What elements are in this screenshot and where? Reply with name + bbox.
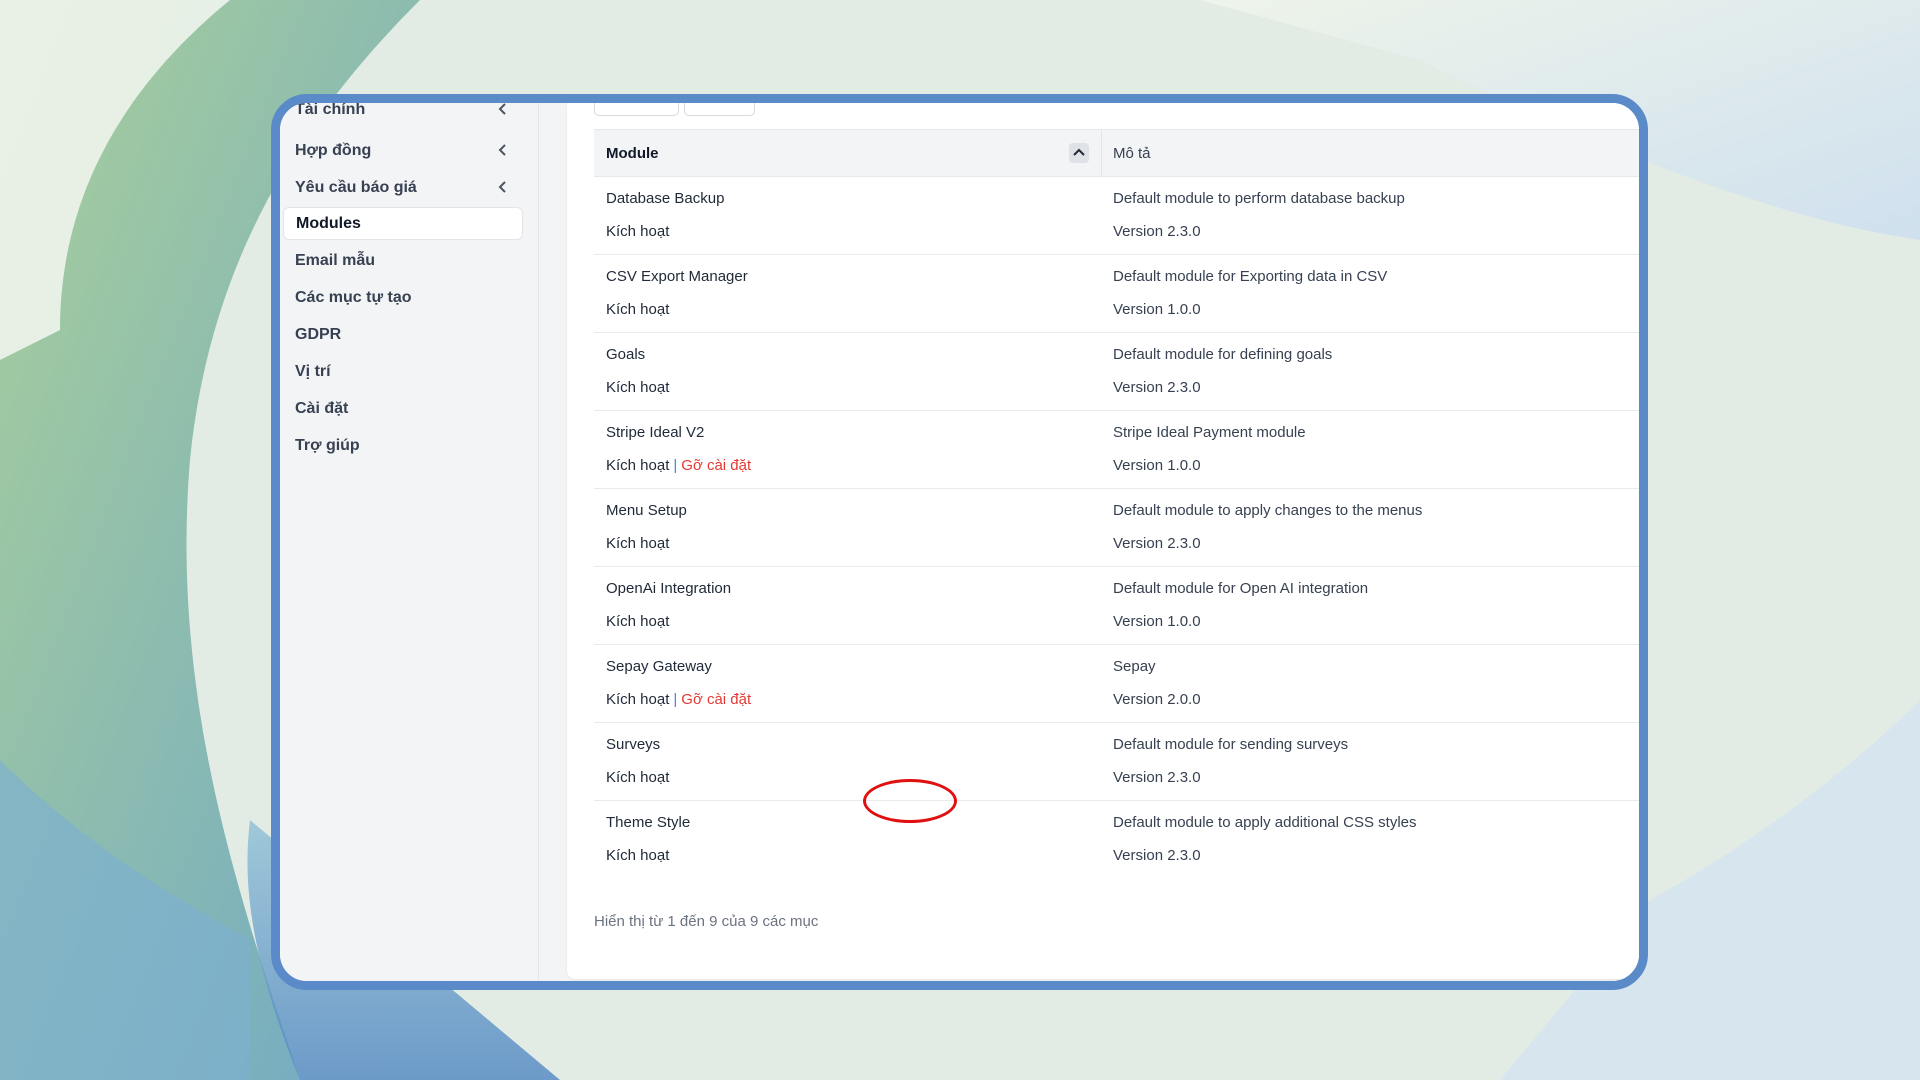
sidebar-item-gdpr[interactable]: GDPR: [283, 318, 523, 351]
sidebar-item-custom-fields[interactable]: Các mục tự tạo: [283, 281, 523, 314]
module-version: Version 2.3.0: [1113, 379, 1201, 396]
module-description: Default module for Exporting data in CSV: [1113, 268, 1388, 285]
module-version: Version 2.3.0: [1113, 535, 1201, 552]
module-name: Sepay Gateway: [606, 658, 712, 675]
toolbar-button[interactable]: [594, 103, 679, 116]
action-separator: |: [673, 457, 678, 474]
module-actions: Kích hoạt: [606, 769, 669, 786]
module-description: Default module for Open AI integration: [1113, 580, 1369, 597]
module-actions: Kích hoạt: [606, 613, 669, 630]
sidebar-item-locations[interactable]: Vị trí: [283, 355, 523, 388]
chevron-left-icon: [498, 103, 506, 115]
table-row: Sepay Gateway Kích hoạt | Gỡ cài đặt Sepay…: [594, 644, 1639, 723]
module-version: Version 1.0.0: [1113, 301, 1201, 318]
table-row: Stripe Ideal V2 Kích hoạt | Gỡ cài đặt Str…: [594, 410, 1639, 489]
column-header-description[interactable]: Mô tả: [1113, 130, 1151, 176]
module-name: Database Backup: [606, 190, 725, 207]
module-description: Default module for sending surveys: [1113, 736, 1349, 753]
module-version: Version 1.0.0: [1113, 613, 1201, 630]
table-row: OpenAi Integration Kích hoạt Default mod…: [594, 566, 1639, 645]
activate-link[interactable]: Kích hoạt: [606, 301, 669, 318]
chevron-up-icon: [1073, 148, 1085, 156]
sidebar-item-contracts[interactable]: Hợp đồng: [283, 134, 523, 167]
module-name: Menu Setup: [606, 502, 687, 519]
module-actions: Kích hoạt: [606, 379, 669, 396]
module-description: Sepay: [1113, 658, 1156, 675]
module-actions: Kích hoạt: [606, 535, 669, 552]
module-version: Version 2.0.0: [1113, 691, 1201, 708]
module-description: Default module to apply additional CSS s…: [1113, 814, 1417, 831]
module-description: Default module to perform database backu…: [1113, 190, 1405, 207]
module-actions: Kích hoạt | Gỡ cài đặt: [606, 691, 751, 708]
activate-link[interactable]: Kích hoạt: [606, 691, 669, 708]
uninstall-link[interactable]: Gỡ cài đặt: [681, 457, 751, 474]
module-actions: Kích hoạt | Gỡ cài đặt: [606, 457, 751, 474]
activate-link[interactable]: Kích hoạt: [606, 613, 669, 630]
sidebar-item-finance[interactable]: Tài chính: [283, 103, 523, 126]
activate-link[interactable]: Kích hoạt: [606, 457, 669, 474]
module-description: Default module for defining goals: [1113, 346, 1333, 363]
module-name: Stripe Ideal V2: [606, 424, 705, 441]
activate-link[interactable]: Kích hoạt: [606, 769, 669, 786]
sidebar-item-email-templates[interactable]: Email mẫu: [283, 244, 523, 277]
module-name: Surveys: [606, 736, 661, 753]
module-version: Version 2.3.0: [1113, 223, 1201, 240]
module-actions: Kích hoạt: [606, 301, 669, 318]
module-name: Theme Style: [606, 814, 691, 831]
table-row: Goals Kích hoạt Default module for defin…: [594, 332, 1639, 411]
module-version: Version 2.3.0: [1113, 847, 1201, 864]
table-row: Surveys Kích hoạt Default module for sen…: [594, 722, 1639, 801]
column-divider: [1101, 130, 1102, 176]
app-window: Tài chính Hợp đồng Yêu cầu báo giá Modul…: [271, 94, 1648, 990]
sort-button[interactable]: [1069, 143, 1089, 163]
table-row: Menu Setup Kích hoạt Default module to a…: [594, 488, 1639, 567]
column-header-module[interactable]: Module: [606, 130, 659, 176]
uninstall-link[interactable]: Gỡ cài đặt: [681, 691, 751, 708]
module-name: OpenAi Integration: [606, 580, 732, 597]
module-version: Version 1.0.0: [1113, 457, 1201, 474]
sidebar-item-modules[interactable]: Modules: [283, 207, 523, 240]
pagination-info: Hiển thị từ 1 đến 9 của 9 các mục: [594, 913, 819, 930]
sidebar-item-help[interactable]: Trợ giúp: [283, 429, 523, 462]
table-row: Database Backup Kích hoạt Default module…: [594, 176, 1639, 255]
table-row: CSV Export Manager Kích hoạt Default mod…: [594, 254, 1639, 333]
activate-link[interactable]: Kích hoạt: [606, 223, 669, 240]
module-name: Goals: [606, 346, 646, 363]
modules-card: Module Mô tả Database Backup Kích hoạt D…: [567, 103, 1639, 979]
toolbar-button[interactable]: [684, 103, 755, 116]
table-header: Module Mô tả: [594, 129, 1639, 177]
module-description: Stripe Ideal Payment module: [1113, 424, 1306, 441]
sidebar-item-quotes[interactable]: Yêu cầu báo giá: [283, 171, 523, 204]
module-version: Version 2.3.0: [1113, 769, 1201, 786]
chevron-left-icon: [498, 181, 506, 193]
chevron-left-icon: [498, 144, 506, 156]
module-name: CSV Export Manager: [606, 268, 748, 285]
table-row: Theme Style Kích hoạt Default module to …: [594, 800, 1639, 878]
module-actions: Kích hoạt: [606, 847, 669, 864]
activate-link[interactable]: Kích hoạt: [606, 379, 669, 396]
module-description: Default module to apply changes to the m…: [1113, 502, 1423, 519]
sidebar-item-settings[interactable]: Cài đặt: [283, 392, 523, 425]
action-separator: |: [673, 691, 678, 708]
activate-link[interactable]: Kích hoạt: [606, 847, 669, 864]
sidebar: Tài chính Hợp đồng Yêu cầu báo giá Modul…: [280, 103, 539, 981]
module-actions: Kích hoạt: [606, 223, 669, 240]
activate-link[interactable]: Kích hoạt: [606, 535, 669, 552]
